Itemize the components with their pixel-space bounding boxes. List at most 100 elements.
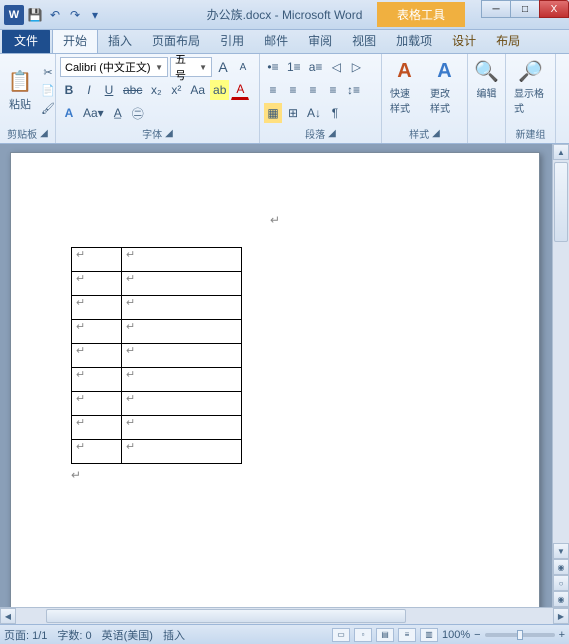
hscroll-track[interactable] [16,608,553,624]
table-cell[interactable]: ↵ [72,320,122,344]
browse-object-icon[interactable]: ○ [553,575,569,591]
table-row[interactable]: ↵↵ [72,272,242,296]
table-cell[interactable]: ↵ [72,416,122,440]
word-app-icon[interactable]: W [4,5,24,25]
shading-button[interactable]: ▦ [264,103,282,123]
font-name-combo[interactable]: Calibri (中文正文)▼ [60,57,168,77]
grow-font-button[interactable]: A [214,57,232,77]
strike-button[interactable]: abc [120,80,145,100]
close-button[interactable]: X [539,0,569,18]
line-spacing-button[interactable]: ↕≡ [344,80,363,100]
insert-mode[interactable]: 插入 [163,627,185,643]
enclose-button[interactable]: ㊁ [129,103,147,123]
bullets-button[interactable]: •≡ [264,57,282,77]
decrease-indent-button[interactable]: ◁ [327,57,345,77]
numbering-button[interactable]: 1≡ [284,57,304,77]
table-cell[interactable]: ↵ [122,416,242,440]
draft-view-icon[interactable]: ▥ [420,628,438,642]
save-icon[interactable]: 💾 [26,6,44,24]
table-row[interactable]: ↵↵ [72,296,242,320]
web-layout-view-icon[interactable]: ▤ [376,628,394,642]
format-painter-icon[interactable]: 🖌 [39,101,57,117]
view-tab[interactable]: 视图 [342,28,386,53]
table-cell[interactable]: ↵ [72,344,122,368]
borders-button[interactable]: ⊞ [284,103,302,123]
table-cell[interactable]: ↵ [122,272,242,296]
paste-button[interactable]: 📋 粘贴 [4,57,36,124]
table-row[interactable]: ↵↵ [72,320,242,344]
scroll-down-icon[interactable]: ▼ [553,543,569,559]
home-tab[interactable]: 开始 [52,27,98,53]
align-left-button[interactable]: ≡ [264,80,282,100]
table-cell[interactable]: ↵ [72,368,122,392]
shrink-font-button[interactable]: A [234,57,252,77]
table-row[interactable]: ↵↵ [72,368,242,392]
minimize-button[interactable]: ─ [481,0,511,18]
table-cell[interactable]: ↵ [72,440,122,464]
outline-view-icon[interactable]: ≡ [398,628,416,642]
scroll-left-icon[interactable]: ◀ [0,608,16,624]
table-row[interactable]: ↵↵ [72,392,242,416]
subscript-button[interactable]: x₂ [147,80,165,100]
word-count[interactable]: 字数: 0 [57,627,91,643]
font-color-button[interactable]: A [231,80,249,100]
align-right-button[interactable]: ≡ [304,80,322,100]
justify-button[interactable]: ≡ [324,80,342,100]
zoom-thumb[interactable] [517,630,523,640]
increase-indent-button[interactable]: ▷ [347,57,365,77]
quick-styles-button[interactable]: A 快速样式 [386,57,423,117]
clear-format-button[interactable]: Aa▾ [80,103,107,123]
highlight-button[interactable]: ab [210,80,229,100]
show-format-button[interactable]: 🔎 显示格式 [510,57,551,117]
scroll-up-icon[interactable]: ▲ [553,144,569,160]
sort-button[interactable]: A↓ [304,103,324,123]
editing-button[interactable]: 🔍 编辑 [472,57,501,102]
table-cell[interactable]: ↵ [122,320,242,344]
table-row[interactable]: ↵↵ [72,344,242,368]
scroll-track[interactable] [553,160,569,543]
table-design-tab[interactable]: 设计 [442,28,486,53]
document-viewport[interactable]: ↵ ↵↵↵↵↵↵↵↵↵↵↵↵↵↵↵↵↵↵ ↵ [0,144,552,607]
maximize-button[interactable]: □ [510,0,540,18]
vertical-scrollbar[interactable]: ▲ ▼ ◉ ○ ◉ [552,144,569,607]
redo-icon[interactable]: ↷ [66,6,84,24]
table-layout-tab[interactable]: 布局 [486,28,530,53]
change-styles-button[interactable]: A 更改样式 [426,57,463,117]
table-cell[interactable]: ↵ [122,296,242,320]
mailings-tab[interactable]: 邮件 [254,28,298,53]
qat-more-icon[interactable]: ▾ [86,6,104,24]
horizontal-scrollbar[interactable]: ◀ ▶ [0,607,569,624]
next-page-icon[interactable]: ◉ [553,591,569,607]
table-cell[interactable]: ↵ [122,368,242,392]
font-launcher-icon[interactable]: ◢ [165,128,173,139]
change-case-button[interactable]: Aa [187,80,208,100]
text-effects-button[interactable]: A [60,103,78,123]
insert-tab[interactable]: 插入 [98,28,142,53]
zoom-level[interactable]: 100% [442,629,470,641]
addins-tab[interactable]: 加载项 [386,28,442,53]
scroll-thumb[interactable] [554,162,568,242]
language-indicator[interactable]: 英语(美国) [102,627,153,643]
table-row[interactable]: ↵↵ [72,416,242,440]
superscript-button[interactable]: x² [167,80,185,100]
styles-launcher-icon[interactable]: ◢ [432,128,440,139]
prev-page-icon[interactable]: ◉ [553,559,569,575]
table-cell[interactable]: ↵ [122,344,242,368]
table-cell[interactable]: ↵ [122,440,242,464]
copy-icon[interactable]: 📄 [39,83,57,99]
undo-icon[interactable]: ↶ [46,6,64,24]
hscroll-thumb[interactable] [46,609,406,623]
table-cell[interactable]: ↵ [122,248,242,272]
table-cell[interactable]: ↵ [122,392,242,416]
table-row[interactable]: ↵↵ [72,248,242,272]
file-tab[interactable]: 文件 [2,28,50,53]
phonetic-button[interactable]: A̲ [109,103,127,123]
page-layout-tab[interactable]: 页面布局 [142,28,210,53]
zoom-in-button[interactable]: + [559,629,565,641]
print-layout-view-icon[interactable]: ▭ [332,628,350,642]
font-size-combo[interactable]: 五号▼ [170,57,212,77]
review-tab[interactable]: 审阅 [298,28,342,53]
zoom-slider[interactable] [485,633,555,637]
table-cell[interactable]: ↵ [72,296,122,320]
table-cell[interactable]: ↵ [72,272,122,296]
